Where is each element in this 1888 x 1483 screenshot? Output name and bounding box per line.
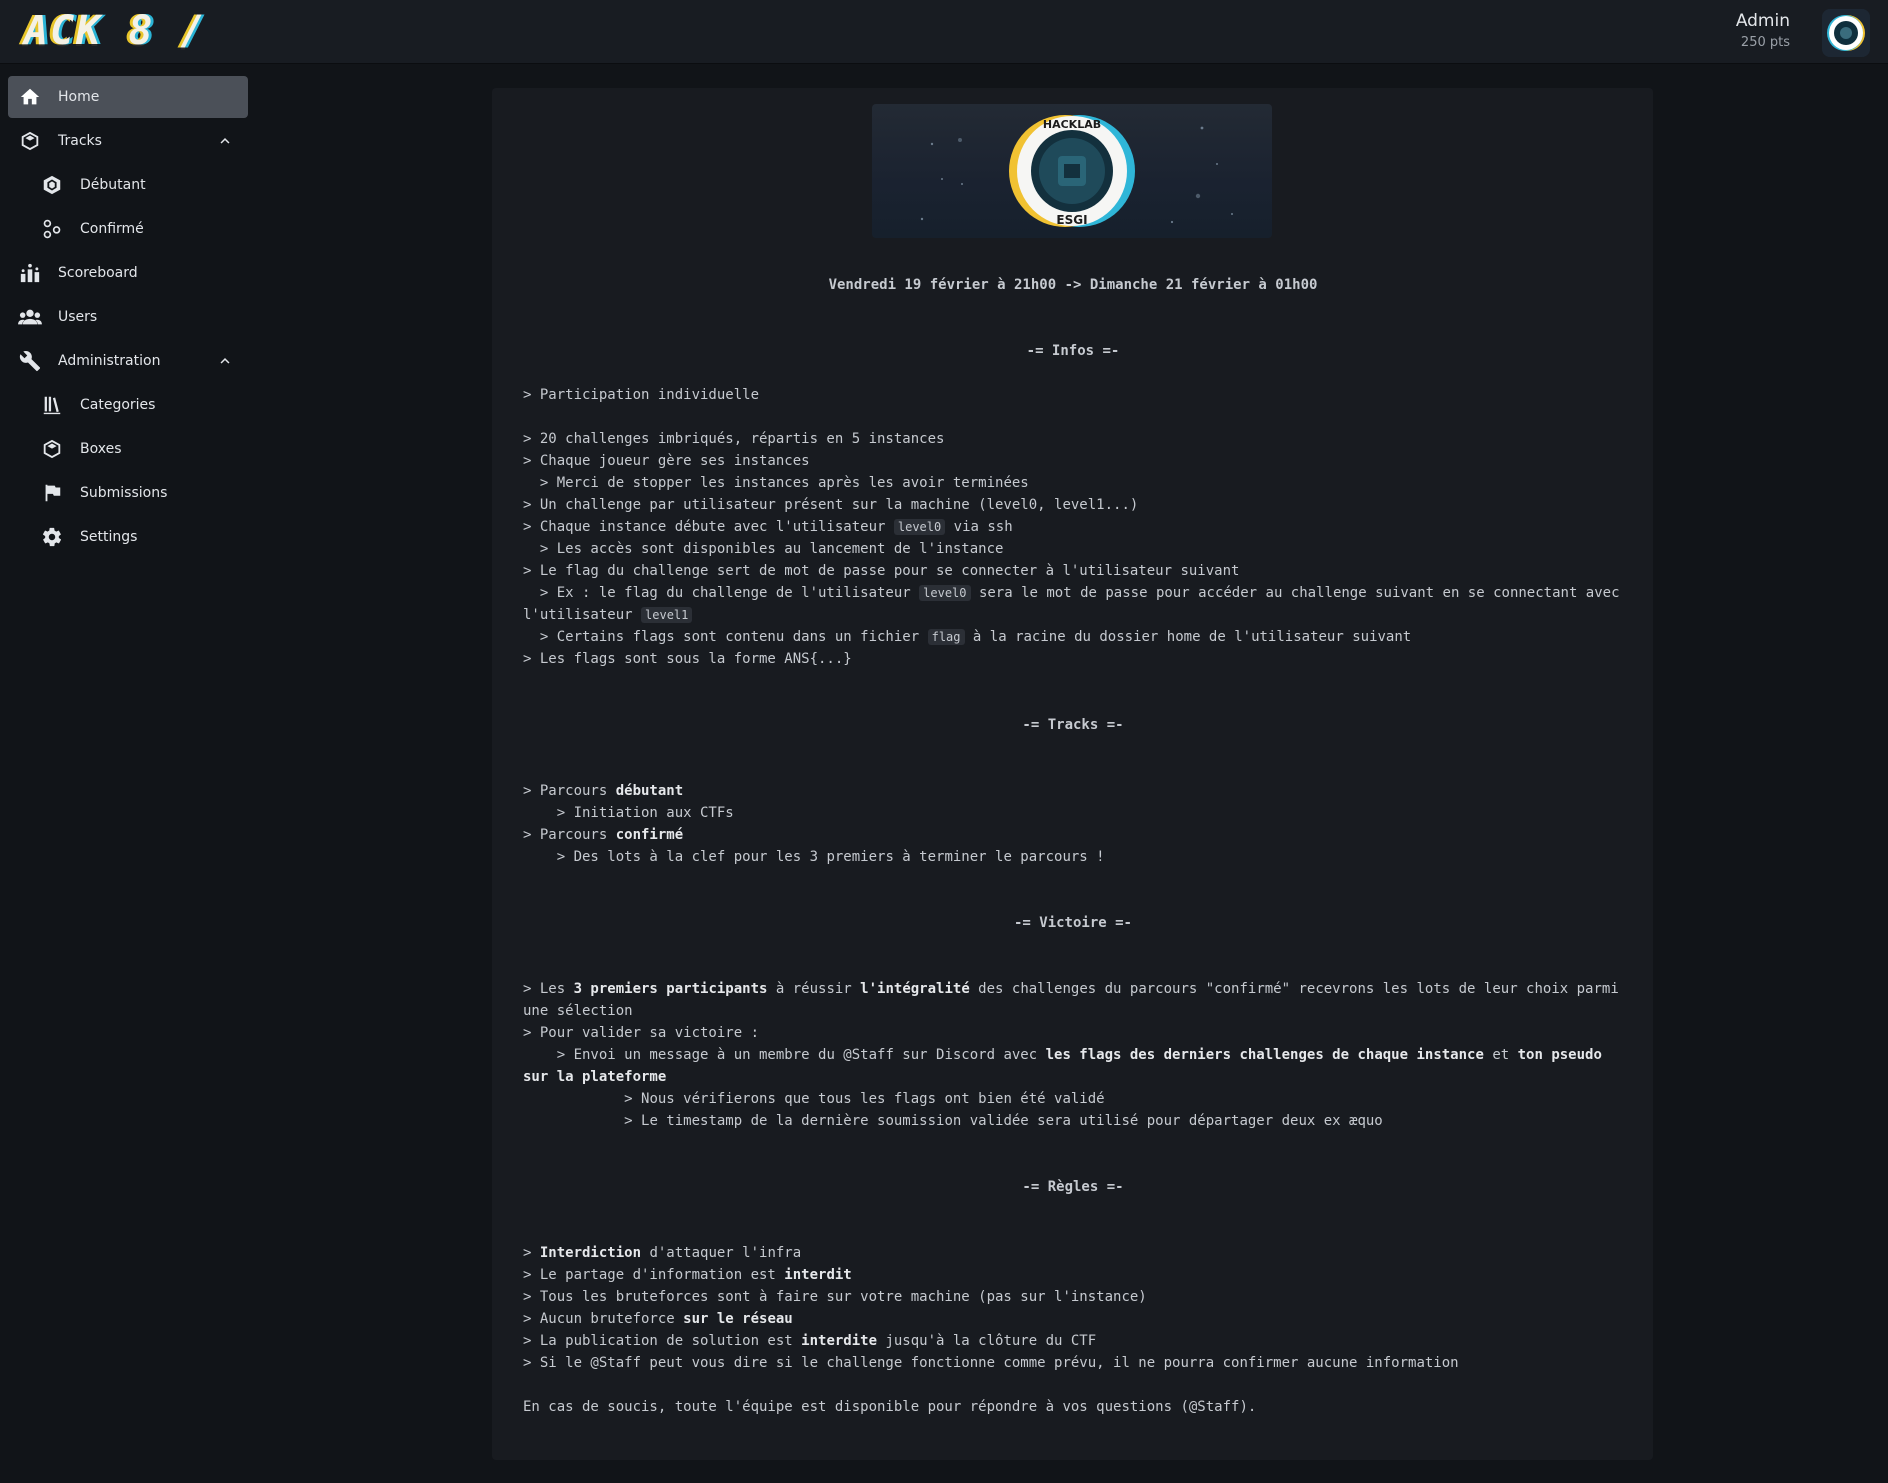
inline-code: level1 <box>641 607 693 623</box>
sidebar-item-label: Settings <box>80 529 138 545</box>
rules-content: Vendredi 19 février à 21h00 -> Dimanche … <box>523 274 1623 1418</box>
inline-code: flag <box>927 629 965 645</box>
sidebar-item-label: Scoreboard <box>58 265 138 281</box>
users-icon <box>18 305 42 329</box>
regle-line: > Tous les bruteforces sont à faire sur … <box>523 1289 1147 1305</box>
section-title-regles: -= Règles =- <box>1022 1179 1124 1195</box>
victoire-line: > Les 3 premiers participants à réussir … <box>523 981 1628 1019</box>
wrench-icon <box>18 349 42 373</box>
top-app-bar: ACK 8 / Admin 250 pts <box>0 0 1888 64</box>
nodes-icon <box>40 217 64 241</box>
event-dates: Vendredi 19 février à 21h00 -> Dimanche … <box>828 277 1318 293</box>
flag-icon <box>40 481 64 505</box>
victoire-line: > Envoi un message à un membre du @Staff… <box>523 1047 1611 1085</box>
sidebar-item-boxes[interactable]: Boxes <box>40 428 248 470</box>
sidebar-item-label: Boxes <box>80 441 122 457</box>
sidebar-item-categories[interactable]: Categories <box>40 384 248 426</box>
track-line: > Parcours débutant <box>523 783 684 799</box>
main-card: HACKLAB ESGI Vendredi 19 février à 21h00… <box>492 88 1653 1460</box>
sidebar-item-label: Tracks <box>58 133 102 149</box>
info-line: > Merci de stopper les instances après l… <box>523 475 1029 491</box>
avatar-logo-icon <box>1822 9 1870 57</box>
footer-note: En cas de soucis, toute l'équipe est dis… <box>523 1399 1257 1415</box>
sidebar-item-users[interactable]: Users <box>8 296 248 338</box>
info-line: > Un challenge par utilisateur présent s… <box>523 497 1139 513</box>
cube-icon <box>40 437 64 461</box>
info-line: > Les accès sont disponibles au lancemen… <box>523 541 1004 557</box>
sidebar-item-label: Confirmé <box>80 221 144 237</box>
sidebar-item-home[interactable]: Home <box>8 76 248 118</box>
svg-text:HACKLAB: HACKLAB <box>1043 118 1101 131</box>
info-line: > Participation individuelle <box>523 387 760 403</box>
sidebar-item-scoreboard[interactable]: Scoreboard <box>8 252 248 294</box>
user-points: 250 pts <box>1740 35 1790 50</box>
inline-code: level0 <box>893 519 946 535</box>
regle-line: > Le partage d'information est interdit <box>523 1267 852 1283</box>
victoire-line: > Pour valider sa victoire : <box>523 1025 760 1041</box>
sidebar-item-administration[interactable]: Administration <box>8 340 248 382</box>
sidebar-item-submissions[interactable]: Submissions <box>40 472 248 514</box>
sidebar-item-settings[interactable]: Settings <box>40 516 248 558</box>
home-icon <box>18 85 42 109</box>
sidebar-item-label: Categories <box>80 397 156 413</box>
section-title-infos: -= Infos =- <box>1026 343 1120 359</box>
gear-icon <box>40 525 64 549</box>
regle-line: > La publication de solution est interdi… <box>523 1333 1097 1349</box>
cube-icon <box>18 129 42 153</box>
site-logo[interactable]: ACK 8 / <box>24 8 207 54</box>
hacklab-esgi-logo: HACKLAB ESGI <box>920 115 1233 227</box>
info-line: > Chaque joueur gère ses instances <box>523 453 810 469</box>
podium-icon <box>18 261 42 285</box>
svg-text:ESGI: ESGI <box>1056 213 1087 227</box>
info-line: > Le flag du challenge sert de mot de pa… <box>523 563 1240 579</box>
info-line: > 20 challenges imbriqués, répartis en 5… <box>523 431 945 447</box>
chevron-up-icon[interactable] <box>216 132 234 154</box>
section-title-tracks: -= Tracks =- <box>1022 717 1124 733</box>
info-line: > Certains flags sont contenu dans un fi… <box>523 629 1412 645</box>
sidebar-item-label: Administration <box>58 353 161 369</box>
inline-code: level0 <box>919 585 971 601</box>
sidebar-item-label: Débutant <box>80 177 146 193</box>
sidebar-item-tracks[interactable]: Tracks <box>8 120 248 162</box>
user-info[interactable]: Admin 250 pts <box>1736 11 1790 50</box>
track-line: > Initiation aux CTFs <box>523 805 734 821</box>
info-line: > Ex : le flag du challenge de l'utilisa… <box>523 585 1628 623</box>
avatar[interactable] <box>1822 9 1870 57</box>
regle-line: > Si le @Staff peut vous dire si le chal… <box>523 1355 1459 1371</box>
regle-line: > Aucun bruteforce sur le réseau <box>523 1311 793 1327</box>
sidebar-item-label: Users <box>58 309 98 325</box>
track-line: > Parcours confirmé <box>523 827 684 843</box>
sidebar-item-confirme[interactable]: Confirmé <box>40 208 248 250</box>
section-title-victoire: -= Victoire =- <box>1013 915 1132 931</box>
info-line: > Chaque instance débute avec l'utilisat… <box>523 519 1013 535</box>
hexagon-icon <box>40 173 64 197</box>
event-banner: HACKLAB ESGI <box>872 104 1272 238</box>
regle-line: > Interdiction d'attaquer l'infra <box>523 1245 802 1261</box>
books-icon <box>40 393 64 417</box>
info-line: > Les flags sont sous la forme ANS{...} <box>523 651 852 667</box>
track-line: > Des lots à la clef pour les 3 premiers… <box>523 849 1105 865</box>
sidebar-item-debutant[interactable]: Débutant <box>40 164 248 206</box>
victoire-line: > Le timestamp de la dernière soumission… <box>523 1113 1383 1129</box>
chevron-up-icon[interactable] <box>216 352 234 374</box>
victoire-line: > Nous vérifierons que tous les flags on… <box>523 1091 1105 1107</box>
user-name: Admin <box>1735 11 1790 31</box>
sidebar-item-label: Submissions <box>80 485 168 501</box>
sidebar-item-label: Home <box>58 89 100 105</box>
